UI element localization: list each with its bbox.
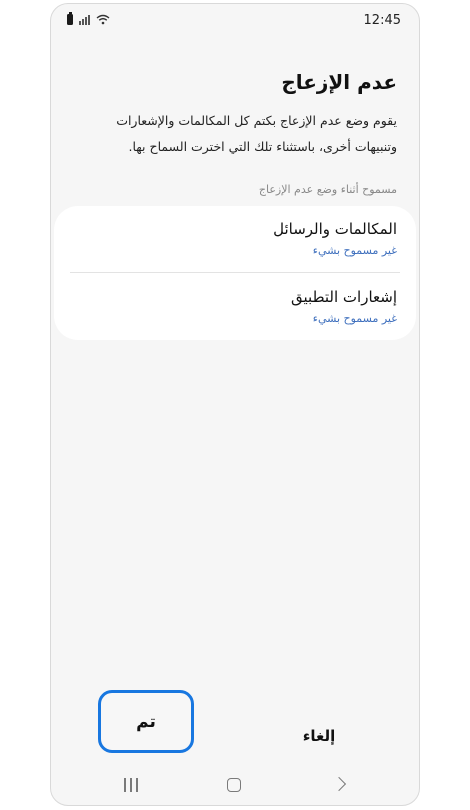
home-icon[interactable] [227,778,241,792]
recents-icon[interactable] [124,778,138,792]
cancel-button[interactable]: إلغاء [271,722,367,750]
status-time: 12:45 [363,13,401,28]
back-icon[interactable] [331,776,347,792]
setting-item-title: المكالمات والرسائل [273,220,397,238]
battery-icon [67,12,73,25]
setting-item-app-notifications[interactable]: إشعارات التطبيق غير مسموح بشيء [54,274,416,340]
setting-item-subtitle: غير مسموح بشيء [312,244,397,257]
setting-item-title: إشعارات التطبيق [291,288,397,306]
status-icons [67,12,110,25]
page-description: يقوم وضع عدم الإزعاج بكتم كل المكالمات و… [116,113,397,154]
page-title: عدم الإزعاج [281,70,397,94]
status-bar: 12:45 [51,4,419,38]
setting-item-subtitle: غير مسموح بشيء [312,312,397,325]
section-header: مسموح أثناء وضع عدم الإزعاج [258,183,397,196]
settings-card: المكالمات والرسائل غير مسموح بشيء إشعارا… [54,206,416,340]
wifi-icon [96,14,110,25]
done-button[interactable]: تم [98,690,194,753]
navigation-bar [51,764,419,804]
phone-screen: 12:45 عدم الإزعاج يقوم وضع عدم الإزعاج ب… [50,3,420,806]
setting-item-calls-messages[interactable]: المكالمات والرسائل غير مسموح بشيء [54,206,416,273]
divider [70,272,400,273]
signal-icon [79,14,90,25]
